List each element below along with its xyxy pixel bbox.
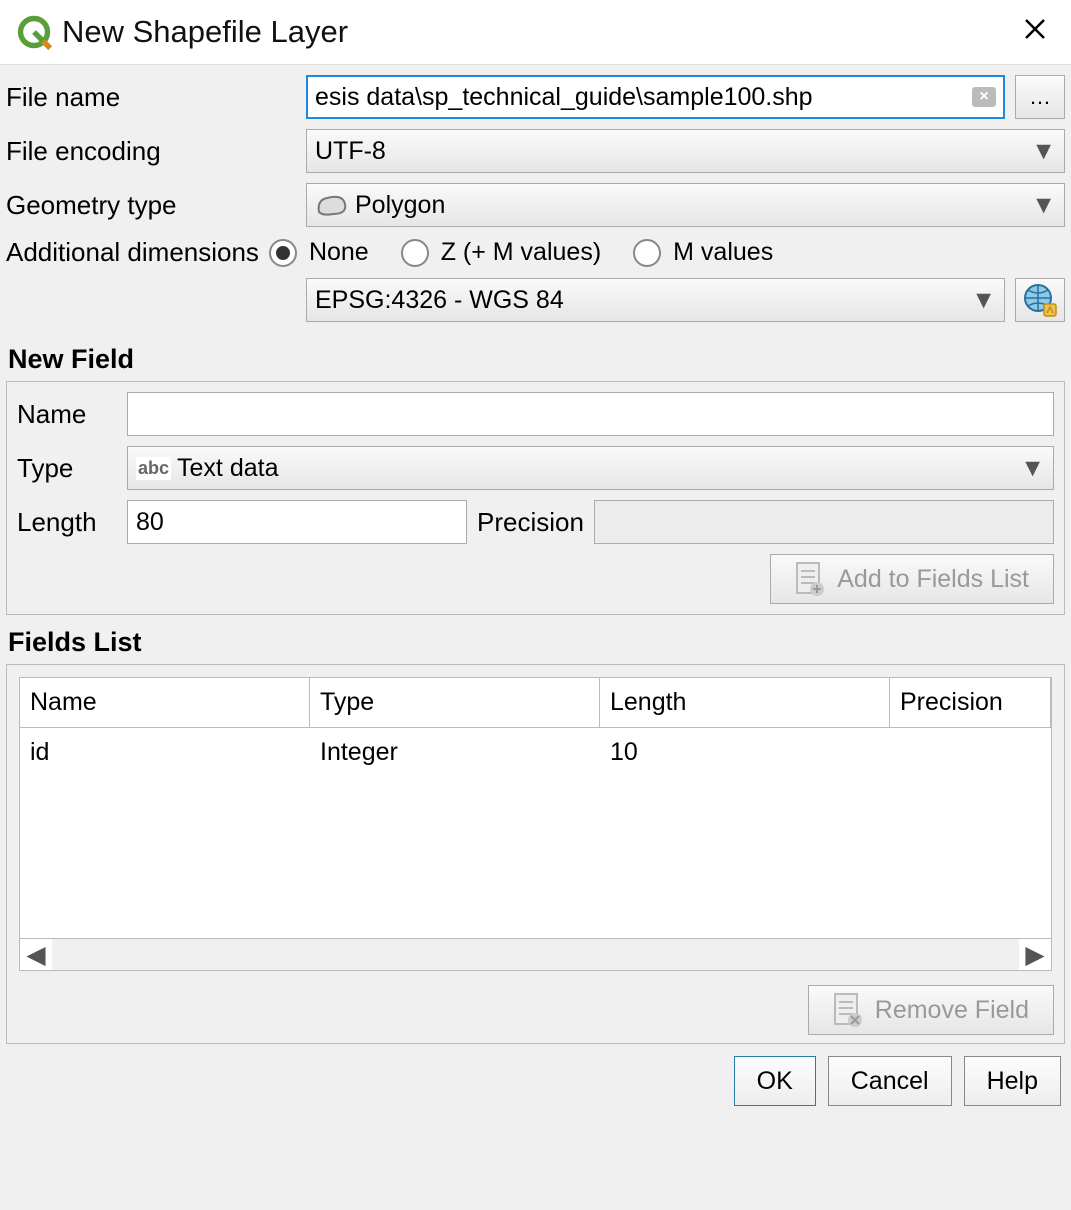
radio-none-label: None [309,238,369,267]
cancel-button[interactable]: Cancel [828,1056,952,1106]
crs-picker-button[interactable] [1015,278,1065,322]
dialog-buttons: OK Cancel Help [0,1044,1071,1118]
radio-none[interactable]: None [269,238,369,267]
new-field-heading: New Field [0,332,1071,381]
radio-dot-icon [633,239,661,267]
nf-name-label: Name [17,399,117,430]
fields-list-heading: Fields List [0,615,1071,664]
table-body: id Integer 10 [20,728,1051,938]
file-encoding-label: File encoding [6,136,296,167]
file-name-label: File name [6,82,296,113]
nf-precision-label: Precision [477,507,584,538]
cell-precision [890,728,1051,777]
title-bar: New Shapefile Layer [0,0,1071,65]
crs-value: EPSG:4326 - WGS 84 [315,286,564,315]
scroll-track[interactable] [52,939,1019,970]
th-precision[interactable]: Precision [890,678,1051,727]
file-name-value: esis data\sp_technical_guide\sample100.s… [315,83,813,112]
new-field-panel: Name Type abc Text data ▼ Length Precisi… [6,381,1065,615]
fields-table: Name Type Length Precision id Integer 10… [19,677,1052,971]
chevron-down-icon: ▼ [1031,137,1056,166]
window-title: New Shapefile Layer [62,14,1015,50]
remove-field-label: Remove Field [875,996,1029,1025]
radio-dot-icon [269,239,297,267]
nf-length-input[interactable] [127,500,467,544]
radio-z[interactable]: Z (+ M values) [401,238,601,267]
fields-list-panel: Name Type Length Precision id Integer 10… [6,664,1065,1044]
list-add-icon [795,561,825,597]
list-remove-icon [833,992,863,1028]
chevron-down-icon: ▼ [971,286,996,315]
h-scrollbar[interactable]: ◀ ▶ [20,938,1051,970]
globe-icon [1022,282,1058,318]
geometry-type-select[interactable]: Polygon ▼ [306,183,1065,227]
nf-precision-input[interactable] [594,500,1054,544]
nf-type-label: Type [17,453,117,484]
add-to-fields-label: Add to Fields List [837,565,1029,594]
cell-length: 10 [600,728,890,777]
text-type-icon: abc [136,457,171,480]
cell-type: Integer [310,728,600,777]
clear-icon[interactable]: × [972,87,996,107]
help-button[interactable]: Help [964,1056,1061,1106]
crs-select[interactable]: EPSG:4326 - WGS 84 ▼ [306,278,1005,322]
nf-length-label: Length [17,507,117,538]
browse-button[interactable]: … [1015,75,1065,119]
browse-label: … [1029,84,1051,110]
scroll-right-icon[interactable]: ▶ [1019,940,1051,970]
add-to-fields-button[interactable]: Add to Fields List [770,554,1054,604]
close-icon[interactable] [1015,12,1055,52]
radio-m[interactable]: M values [633,238,773,267]
remove-field-button[interactable]: Remove Field [808,985,1054,1035]
chevron-down-icon: ▼ [1020,454,1045,483]
ok-button[interactable]: OK [734,1056,816,1106]
dims-radio-group: None Z (+ M values) M values [269,238,1065,267]
file-encoding-value: UTF-8 [315,137,386,166]
scroll-left-icon[interactable]: ◀ [20,940,52,970]
radio-z-label: Z (+ M values) [441,238,601,267]
th-type[interactable]: Type [310,678,600,727]
chevron-down-icon: ▼ [1031,191,1056,220]
geometry-type-label: Geometry type [6,190,296,221]
table-row[interactable]: id Integer 10 [20,728,1051,777]
nf-name-input[interactable] [127,392,1054,436]
th-length[interactable]: Length [600,678,890,727]
polygon-icon [315,194,349,216]
radio-dot-icon [401,239,429,267]
cell-name: id [20,728,310,777]
additional-dims-label: Additional dimensions [6,237,259,268]
radio-m-label: M values [673,238,773,267]
file-encoding-select[interactable]: UTF-8 ▼ [306,129,1065,173]
file-name-input[interactable]: esis data\sp_technical_guide\sample100.s… [306,75,1005,119]
qgis-logo-icon [16,14,52,50]
th-name[interactable]: Name [20,678,310,727]
geometry-type-value: Polygon [355,191,445,220]
nf-type-value: Text data [177,454,278,483]
table-header: Name Type Length Precision [20,678,1051,728]
nf-type-select[interactable]: abc Text data ▼ [127,446,1054,490]
